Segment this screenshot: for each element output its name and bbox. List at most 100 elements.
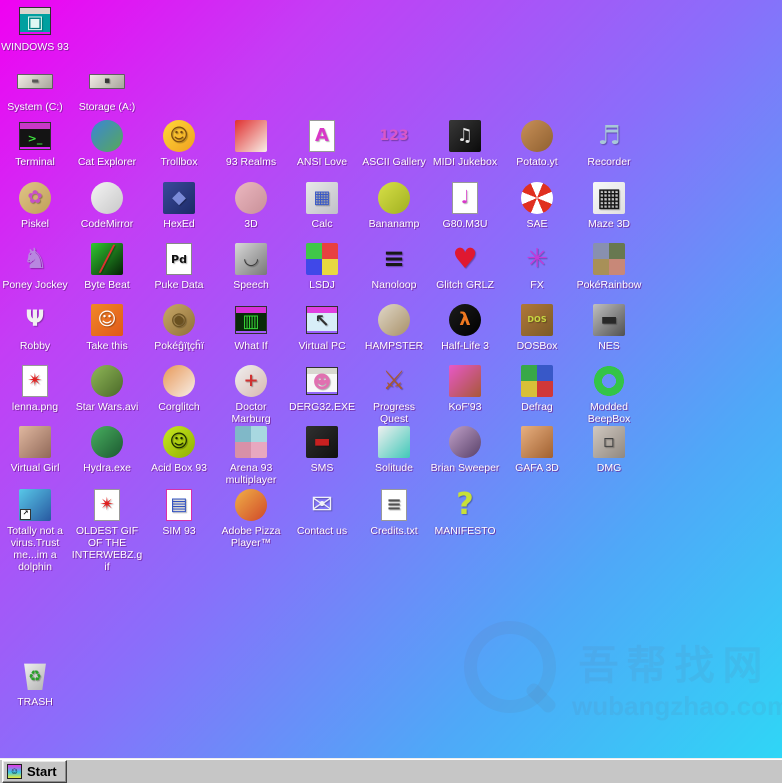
desktop-icon-virtual-pc[interactable]: ↖ Virtual PC (286, 303, 358, 352)
icon-label: Byte Beat (84, 279, 130, 291)
desktop-icon-dosbox[interactable]: DOS DOSBox (501, 303, 573, 352)
desktop-icon-storage-a[interactable]: ▪ Storage (A:) (71, 64, 143, 113)
desktop-icon-93-realms[interactable]: 93 Realms (215, 119, 287, 168)
desktop-icon-sms[interactable]: ▬ SMS (286, 425, 358, 474)
desktop-icon-nes[interactable]: ▬ NES (573, 303, 645, 352)
desktop-icon-recorder[interactable]: ♬ Recorder (573, 119, 645, 168)
desktop-icon-modded-beepbox[interactable]: Modded BeepBox (573, 364, 645, 425)
desktop-icon-sim-93[interactable]: ▤ SIM 93 (143, 488, 215, 537)
desktop-icon-ansi-love[interactable]: A ANSI Love (286, 119, 358, 168)
icon-label: Doctor Marburg (231, 401, 271, 425)
desktop-icon-adobe-pizza[interactable]: Adobe Pizza Player™ (215, 488, 287, 549)
desktop-icon-acid-box-93[interactable]: ☺ Acid Box 93 (143, 425, 215, 474)
watermark-text: 吾帮找网 (578, 644, 771, 688)
desktop-icon-nanoloop[interactable]: ≡ Nanoloop (358, 242, 430, 291)
desktop-icon-doctor-marburg[interactable]: + Doctor Marburg (215, 364, 287, 425)
desktop-icon-virtual-girl[interactable]: Virtual Girl (0, 425, 71, 474)
desktop-icon-byte-beat[interactable]: ╱ Byte Beat (71, 242, 143, 291)
icon-label: DERG32.EXE (289, 401, 355, 413)
hampster-icon (378, 304, 410, 336)
desktop-icon-robby[interactable]: Ψ Robby (0, 303, 71, 353)
desktop-icon-credits-txt[interactable]: ≡ Credits.txt (358, 488, 430, 537)
desktop-icon-hampster[interactable]: HAMPSTER (358, 303, 430, 352)
desktop-icon-g80-m3u[interactable]: ♩ G80.M3U (429, 181, 501, 230)
start-button[interactable]: ☺ Start (2, 759, 67, 783)
icon-label: CodeMirror (80, 218, 134, 230)
recorder-icon: ♬ (597, 121, 621, 151)
watermark-magnifier-handle (524, 681, 558, 715)
desktop-icon-half-life-3[interactable]: λ Half-Life 3 (429, 303, 501, 352)
desktop-icon-codemirror[interactable]: CodeMirror (71, 181, 143, 230)
desktop-icon-what-if[interactable]: ▥ What If (215, 303, 287, 352)
desktop-icon-dmg[interactable]: ▫ DMG (573, 425, 645, 474)
desktop-icon-windows-93[interactable]: ▣ WINDOWS 93 (0, 4, 71, 53)
desktop-icon-hexed[interactable]: ◆ HexEd (143, 181, 215, 230)
desktop-icon-calc[interactable]: ▦ Calc (286, 181, 358, 230)
not-a-virus-icon: ↗ (19, 489, 51, 521)
desktop-icon-progress-quest[interactable]: ⚔ Progress Quest (358, 364, 430, 425)
desktop-icon-arena-93[interactable]: Arena 93 multiplayer (215, 425, 287, 486)
adobe-pizza-icon (235, 489, 267, 521)
desktop-icon-oldest-gif[interactable]: ✴ OLDEST GIF OF THE INTERWEBZ.gif (71, 488, 143, 573)
shortcut-arrow-badge: ↗ (20, 509, 31, 520)
desktop-icon-ascii-gallery[interactable]: 123 ASCII Gallery (358, 119, 430, 168)
desktop-icon-lsdj[interactable]: LSDJ (286, 242, 358, 291)
brian-sweeper-icon (449, 426, 481, 458)
desktop-icon-3d[interactable]: 3D (215, 181, 287, 230)
ascii-gallery-icon: 123 (379, 128, 409, 144)
dmg-icon: ▫ (593, 426, 625, 458)
desktop-icon-star-wars-avi[interactable]: Star Wars.avi (71, 364, 143, 413)
icon-label: What If (234, 340, 268, 352)
desktop-icon-glitch-grlz[interactable]: ♥ Glitch GRLZ (429, 242, 501, 292)
desktop-icon-system-c[interactable]: ▬ System (C:) (0, 64, 71, 113)
icon-label: KoF'93 (448, 401, 482, 413)
icon-label: Nanoloop (371, 279, 417, 291)
desktop-icon-contact-us[interactable]: ✉ Contact us (286, 488, 358, 537)
desktop-icon-gafa-3d[interactable]: GAFA 3D (501, 425, 573, 474)
icon-label: Modded BeepBox (587, 401, 631, 425)
desktop-icon-bananamp[interactable]: Bananamp (358, 181, 430, 230)
desktop-icon-take-this[interactable]: ☺ Take this (71, 303, 143, 352)
icon-label: Take this (86, 340, 128, 352)
desktop-icon-fx[interactable]: ✳ FX (501, 242, 573, 291)
windows-93-icon: ▣ (19, 7, 51, 35)
desktop-icon-maze-3d[interactable]: ▦ Maze 3D (573, 181, 645, 230)
desktop-icon-trash[interactable]: ♻ TRASH (0, 659, 71, 708)
desktop-icon-not-a-virus[interactable]: ↗ Totally not a virus.Trust me...im a dol… (0, 488, 71, 573)
desktop-icon-hydra-exe[interactable]: Hydra.exe (71, 425, 143, 474)
icon-label: Storage (A:) (78, 101, 136, 113)
desktop-icon-cat-explorer[interactable]: Cat Explorer (71, 119, 143, 168)
desktop-icon-trollbox[interactable]: ☺ Trollbox (143, 119, 215, 168)
start-logo-icon: ☺ (7, 763, 22, 779)
sae-icon (521, 182, 553, 214)
desktop-icon-kof-93[interactable]: KoF'93 (429, 364, 501, 413)
nanoloop-icon: ≡ (383, 244, 405, 274)
hydra-exe-icon (91, 426, 123, 458)
desktop-icon-poney-jockey[interactable]: ♞ Poney Jockey (0, 242, 71, 292)
desktop-icon-pokerainbow[interactable]: PokéRainbow (573, 242, 645, 291)
desktop-icon-terminal[interactable]: >_ Terminal (0, 119, 71, 168)
desktop-icon-potato-yt[interactable]: Potato.yt (501, 119, 573, 168)
desktop-icon-brian-sweeper[interactable]: Brian Sweeper (429, 425, 501, 474)
desktop-icon-manifesto[interactable]: ? MANIFESTO (429, 488, 501, 538)
hexed-icon: ◆ (163, 182, 195, 214)
desktop-icon-solitude[interactable]: Solitude (358, 425, 430, 474)
taskbar: ☺ Start (0, 758, 782, 783)
desktop-icon-derg32-exe[interactable]: ☻ DERG32.EXE (286, 364, 358, 413)
sim-93-icon: ▤ (166, 489, 192, 521)
desktop-icon-piskel[interactable]: ✿ Piskel (0, 181, 71, 230)
desktop-icon-speech[interactable]: ◡ Speech (215, 242, 287, 291)
desktop-icon-pokegotchi[interactable]: ◉ Pokéĝïţçĥï (143, 303, 215, 352)
virtual-pc-icon: ↖ (306, 306, 338, 334)
desktop-icon-defrag[interactable]: Defrag (501, 364, 573, 413)
icon-label: Contact us (296, 525, 348, 537)
icon-label: Speech (233, 279, 269, 291)
desktop-icon-puke-data[interactable]: Pd Puke Data (143, 242, 215, 291)
desktop-icon-sae[interactable]: SAE (501, 181, 573, 230)
icon-label: ASCII Gallery (362, 156, 426, 168)
potato-yt-icon (521, 120, 553, 152)
cat-explorer-icon (91, 120, 123, 152)
desktop-icon-midi-jukebox[interactable]: ♫ MIDI Jukebox (429, 119, 501, 168)
desktop-icon-lenna-png[interactable]: ✴ lenna.png (0, 364, 71, 413)
desktop-icon-corglitch[interactable]: Corglitch (143, 364, 215, 413)
